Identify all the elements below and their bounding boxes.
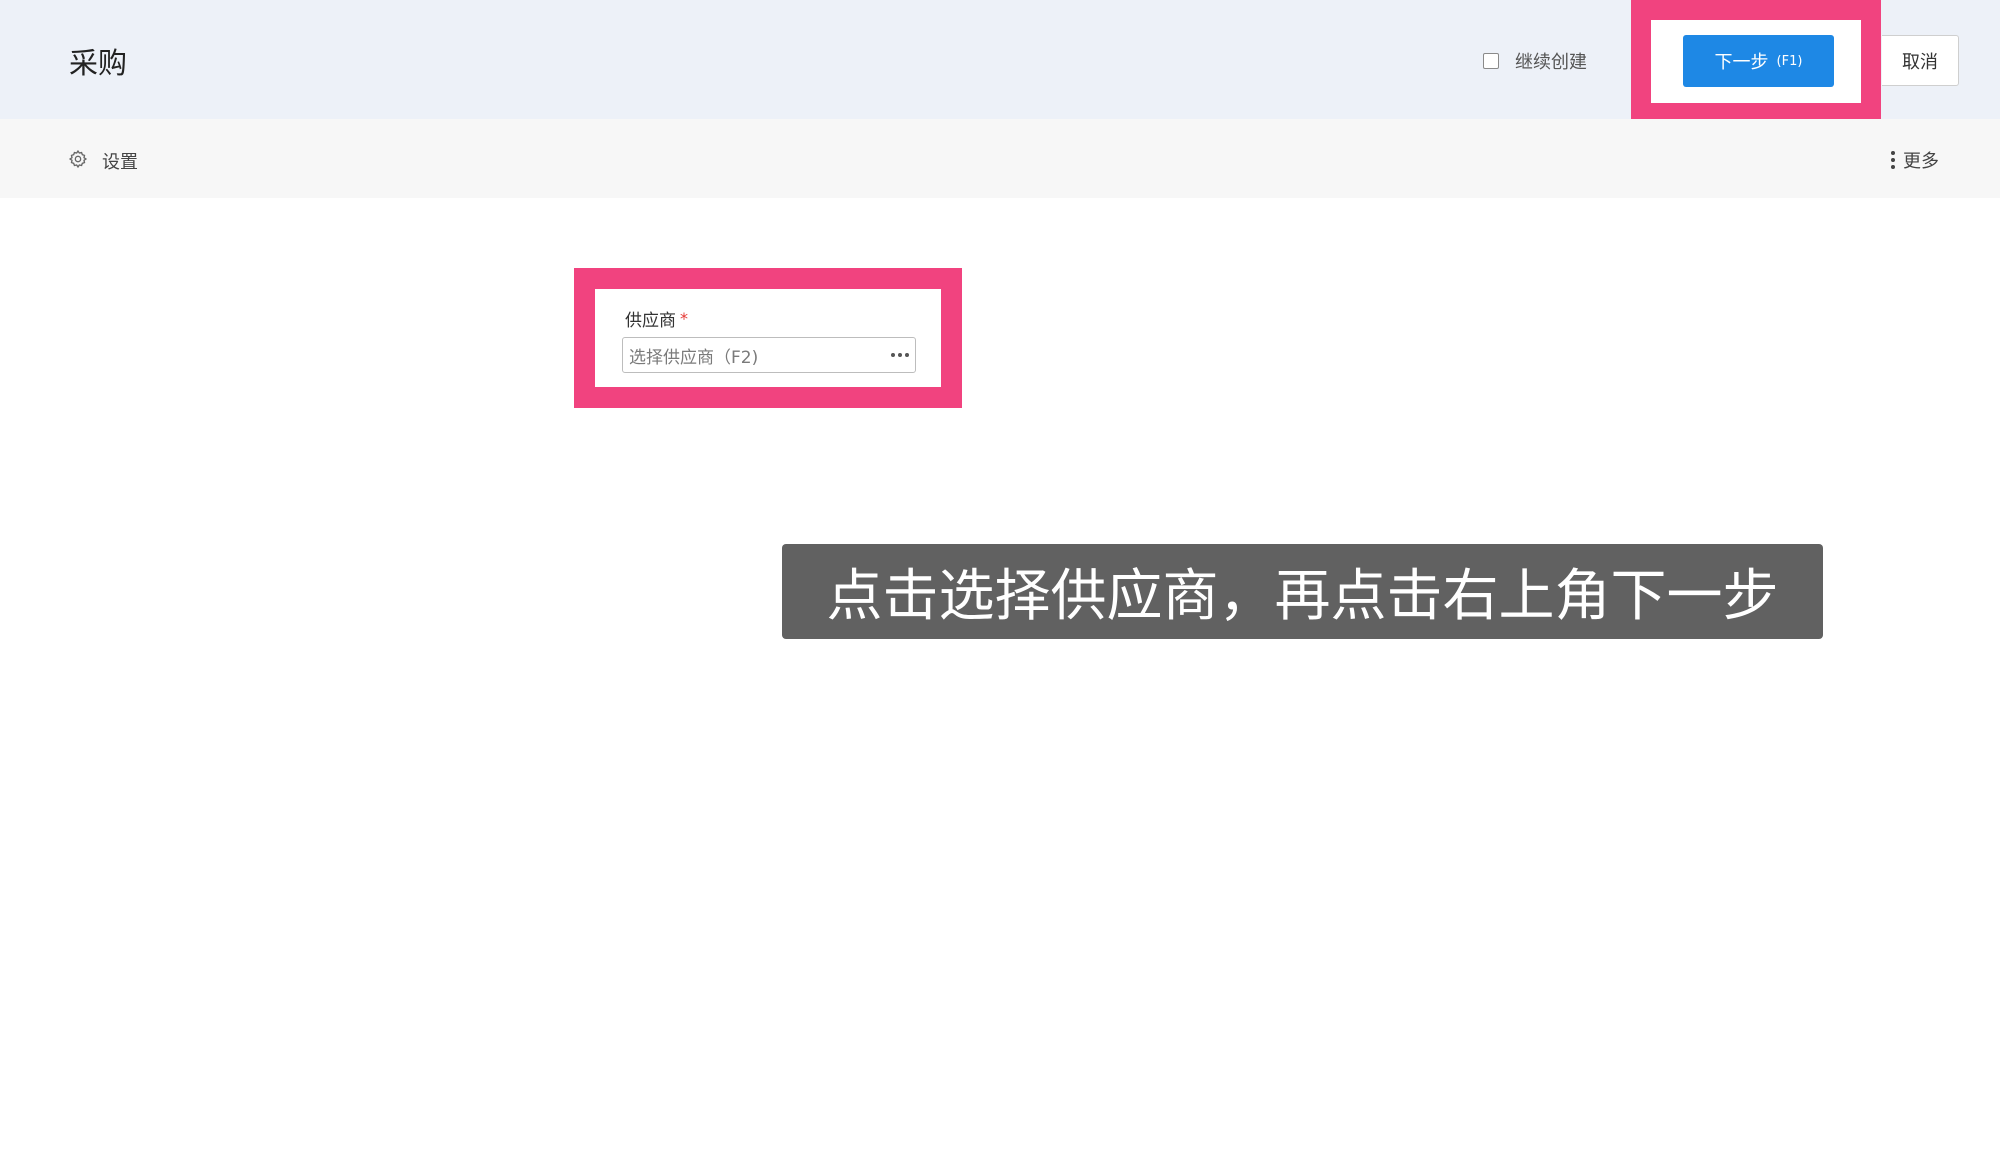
gear-icon [68, 149, 88, 174]
settings-label: 设置 [102, 152, 138, 173]
continue-create-label: 继续创建 [1515, 52, 1587, 73]
continue-create-option[interactable]: 继续创建 [1483, 46, 1587, 76]
next-step-label: 下一步 [1714, 52, 1769, 73]
toolbar [0, 119, 2000, 198]
required-mark: * [680, 309, 688, 328]
continue-create-checkbox[interactable] [1483, 53, 1499, 69]
more-label: 更多 [1903, 151, 1939, 172]
supplier-field-label: 供应商 * [625, 306, 688, 331]
more-button[interactable]: 更多 [1891, 147, 1939, 173]
ellipsis-icon[interactable] [891, 353, 909, 357]
next-step-shortcut: (F1) [1776, 53, 1803, 69]
supplier-input[interactable]: 选择供应商（F2) [622, 337, 916, 373]
settings-button[interactable]: 设置 [68, 148, 138, 174]
next-step-button[interactable]: 下一步 (F1) [1683, 35, 1834, 87]
cancel-button[interactable]: 取消 [1882, 35, 1959, 86]
page-title: 采购 [69, 46, 128, 80]
instruction-caption: 点击选择供应商，再点击右上角下一步 [782, 544, 1823, 639]
supplier-input-placeholder: 选择供应商（F2) [629, 347, 759, 368]
vertical-dots-icon [1891, 151, 1895, 169]
supplier-label-text: 供应商 [625, 311, 676, 331]
